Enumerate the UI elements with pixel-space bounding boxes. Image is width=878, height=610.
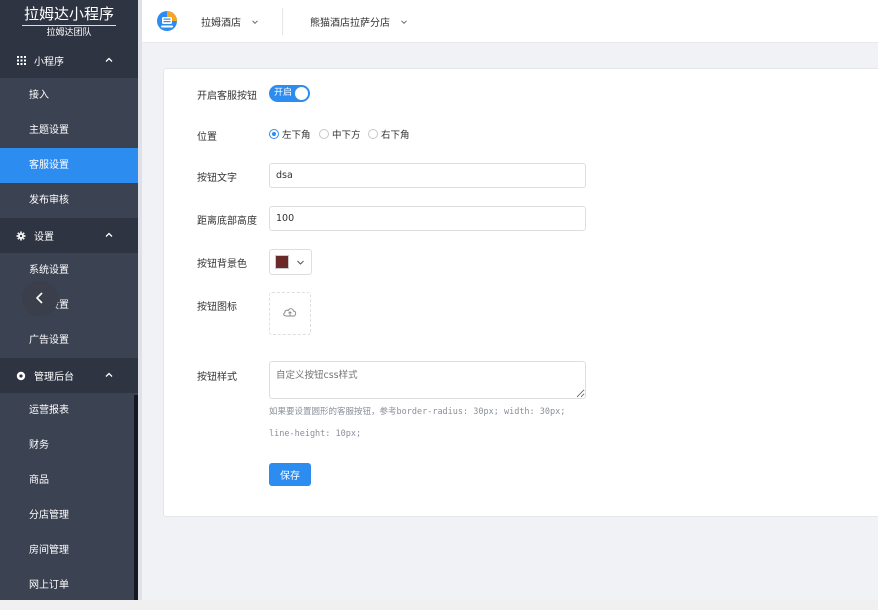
enable-label: 开启客服按钮 — [197, 91, 257, 102]
radio-label: 中下方 — [332, 130, 361, 141]
style-help-line-2: line-height: 10px; — [269, 429, 362, 439]
button-text-value: dsa — [276, 170, 293, 181]
brand-subtitle: 拉姆达团队 — [46, 28, 92, 38]
style-label: 按钮样式 — [197, 372, 237, 383]
chevron-left-icon — [33, 291, 47, 308]
chevron-up-icon — [104, 370, 114, 380]
sidebar-item-publish-review[interactable]: 发布审核 — [0, 183, 138, 218]
store-select-value: 熊猫酒店拉萨分店 — [310, 18, 390, 29]
color-swatch — [275, 255, 289, 269]
save-button[interactable]: 保存 — [269, 463, 311, 486]
sidebar-item-branch-management[interactable]: 分店管理 — [0, 498, 138, 533]
chevron-down-icon — [296, 258, 305, 267]
sidebar-item-access[interactable]: 接入 — [0, 78, 138, 113]
bg-color-picker[interactable] — [269, 249, 312, 275]
bg-color-label: 按钮背景色 — [197, 259, 247, 270]
bottom-distance-label: 距离底部高度 — [197, 216, 257, 227]
position-label: 位置 — [197, 132, 217, 143]
sidebar-item-system-settings[interactable]: 系统设置 — [0, 253, 138, 288]
radio-label: 左下角 — [282, 130, 311, 141]
sidebar-group-label: 小程序 — [34, 57, 64, 68]
chevron-down-icon — [251, 18, 259, 26]
radio-bottom-left[interactable]: 左下角 — [269, 127, 311, 141]
chevron-down-icon — [400, 18, 408, 26]
style-textarea[interactable] — [269, 361, 586, 399]
radio-bottom-right[interactable]: 右下角 — [368, 127, 410, 141]
sidebar-item-ad-settings[interactable]: 广告设置 — [0, 323, 138, 358]
radio-bottom-center[interactable]: 中下方 — [319, 127, 361, 141]
button-text-label: 按钮文字 — [197, 173, 237, 184]
switch-text: 开启 — [274, 88, 293, 98]
cloud-upload-icon — [282, 306, 298, 321]
app-logo — [156, 10, 178, 32]
collapse-sidebar-button[interactable] — [22, 281, 58, 317]
sidebar-group-label: 设置 — [34, 232, 54, 243]
style-help-line-1: 如果要设置圆形的客服按钮，参考border-radius: 30px; widt… — [269, 407, 566, 417]
icon-label: 按钮图标 — [197, 302, 237, 313]
grid-icon — [16, 56, 26, 66]
sidebar-item-products[interactable]: 商品 — [0, 463, 138, 498]
window-bottom-bar — [0, 600, 878, 610]
sidebar-item-theme[interactable]: 主题设置 — [0, 113, 138, 148]
sidebar-item-operations-report[interactable]: 运营报表 — [0, 393, 138, 428]
radio-label: 右下角 — [381, 130, 410, 141]
dashboard-icon — [16, 371, 26, 381]
sidebar-item-customer-service[interactable]: 客服设置 — [0, 148, 138, 183]
sidebar-group-label: 管理后台 — [34, 372, 74, 383]
top-header: 拉姆酒店 熊猫酒店拉萨分店 — [142, 0, 878, 43]
button-text-input[interactable]: dsa — [269, 163, 586, 188]
sidebar-item-finance[interactable]: 财务 — [0, 428, 138, 463]
enable-switch[interactable]: 开启 — [269, 85, 310, 102]
chevron-up-icon — [104, 55, 114, 65]
icon-upload[interactable] — [269, 292, 311, 335]
sidebar-group-settings[interactable]: 设置 — [0, 218, 138, 253]
switch-knob — [295, 87, 308, 100]
hotel-select[interactable]: 拉姆酒店 — [201, 14, 259, 29]
radio-dot — [269, 129, 279, 139]
bottom-distance-value: 100 — [276, 213, 295, 224]
sidebar-group-miniprogram[interactable]: 小程序 — [0, 43, 138, 78]
bottom-distance-input[interactable]: 100 — [269, 206, 586, 231]
sidebar-item-payment-settings[interactable]: 支付设置 — [0, 288, 138, 323]
radio-dot — [368, 129, 378, 139]
sidebar-item-room-management[interactable]: 房间管理 — [0, 533, 138, 568]
radio-dot — [319, 129, 329, 139]
hotel-select-value: 拉姆酒店 — [201, 18, 241, 29]
gear-icon — [16, 231, 26, 241]
sidebar-group-admin[interactable]: 管理后台 — [0, 358, 138, 393]
brand: 拉姆达小程序 拉姆达团队 — [0, 0, 138, 43]
header-divider — [282, 8, 283, 35]
sidebar: 拉姆达小程序 拉姆达团队 小程序 接入 主题设置 客服设置 发布审核 设置 系统… — [0, 0, 138, 600]
chevron-up-icon — [104, 230, 114, 240]
sidebar-item-online-orders[interactable]: 网上订单 — [0, 568, 138, 600]
brand-title: 拉姆达小程序 — [21, 4, 116, 26]
store-select[interactable]: 熊猫酒店拉萨分店 — [310, 14, 408, 29]
